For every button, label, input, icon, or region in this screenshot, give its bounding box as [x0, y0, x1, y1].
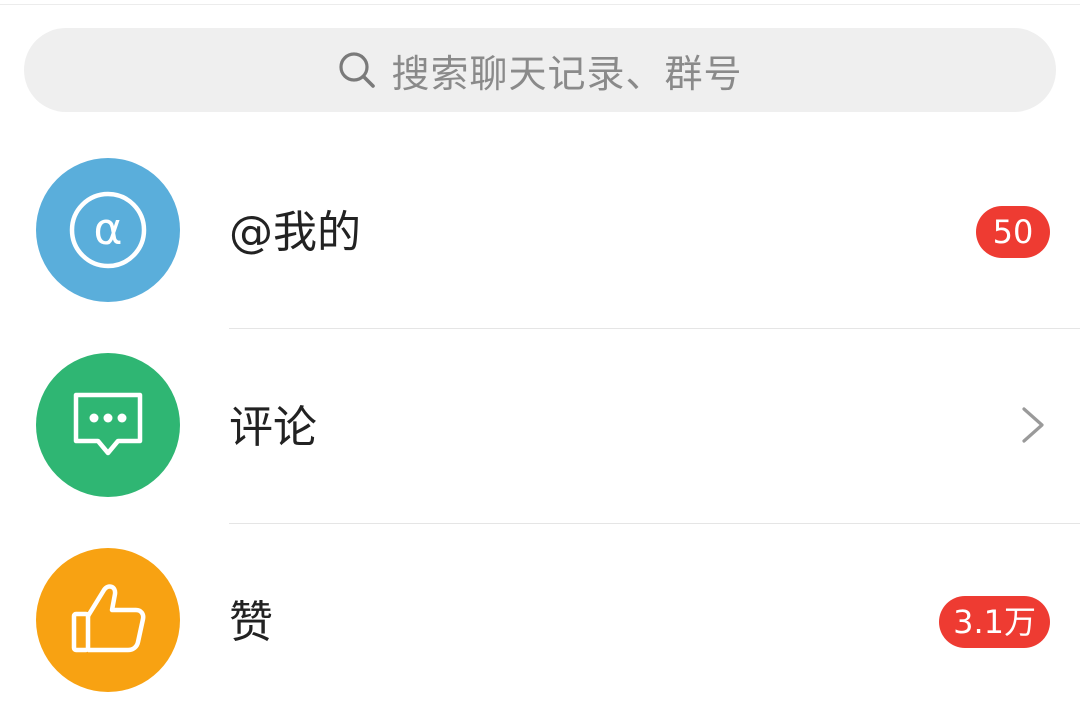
notification-list: α @我的 50 评论 赞 3.1万	[0, 134, 1080, 716]
unread-badge: 50	[976, 206, 1050, 258]
list-item-label: 赞	[229, 597, 273, 648]
search-placeholder: 搜索聊天记录、群号	[391, 51, 743, 96]
list-item-label: @我的	[229, 207, 361, 258]
search-icon	[339, 52, 376, 88]
unread-badge: 3.1万	[939, 596, 1050, 648]
notifications-page: 搜索聊天记录、群号 α @我的 50 评论 赞 3.1万	[0, 0, 1080, 716]
thumbs-up-icon	[71, 584, 146, 653]
chevron-right-icon	[1022, 407, 1044, 443]
svg-text:α: α	[93, 204, 122, 255]
list-item-comments[interactable]: 评论	[0, 329, 1080, 524]
avatar-comments	[36, 353, 180, 497]
avatar-mentions: α	[36, 158, 180, 302]
top-divider	[0, 4, 1080, 5]
at-sign-icon: α	[69, 191, 147, 269]
list-item-mentions[interactable]: α @我的 50	[0, 134, 1080, 329]
list-item-likes[interactable]: 赞 3.1万	[0, 524, 1080, 716]
search-bar[interactable]: 搜索聊天记录、群号	[24, 28, 1056, 112]
list-item-label: 评论	[229, 402, 317, 453]
avatar-likes	[36, 548, 180, 692]
comment-icon	[73, 392, 143, 456]
